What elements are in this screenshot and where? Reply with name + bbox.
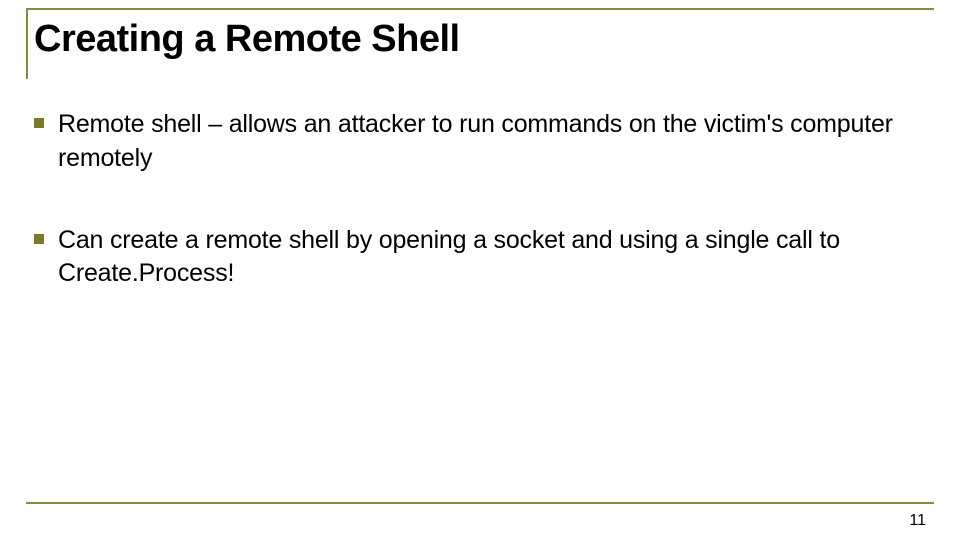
bullet-text: Remote shell – allows an attacker to run… — [58, 108, 900, 176]
title-container: Creating a Remote Shell — [26, 8, 934, 79]
bullet-text: Can create a remote shell by opening a s… — [58, 224, 900, 292]
content-area: Remote shell – allows an attacker to run… — [34, 108, 900, 339]
bullet-icon — [34, 118, 44, 128]
slide: Creating a Remote Shell Remote shell – a… — [0, 0, 960, 540]
bullet-icon — [34, 234, 44, 244]
list-item: Remote shell – allows an attacker to run… — [34, 108, 900, 176]
slide-title: Creating a Remote Shell — [34, 18, 934, 61]
list-item: Can create a remote shell by opening a s… — [34, 224, 900, 292]
divider — [26, 502, 934, 504]
page-number: 11 — [909, 512, 926, 530]
